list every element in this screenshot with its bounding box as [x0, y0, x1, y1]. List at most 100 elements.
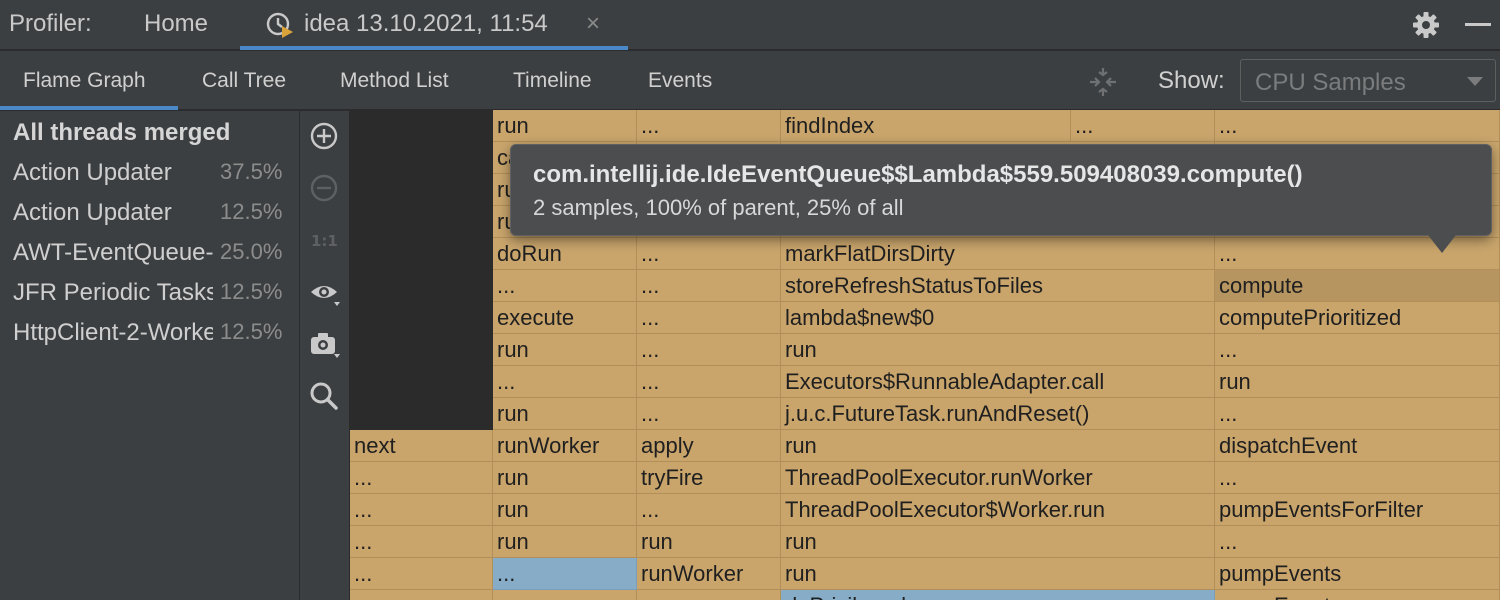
flame-frame[interactable]: run: [781, 334, 1215, 366]
flame-frame[interactable]: ...: [1215, 110, 1500, 142]
thread-item[interactable]: Action Updater 12.5%: [0, 193, 298, 233]
flame-frame[interactable]: doRun: [493, 238, 637, 270]
tab-call-tree[interactable]: Call Tree: [202, 69, 286, 93]
flame-frame[interactable]: run: [493, 462, 637, 494]
frame-tooltip: com.intellij.ide.IdeEventQueue$$Lambda$5…: [510, 144, 1492, 236]
flame-frame[interactable]: ...: [493, 558, 637, 590]
show-icon[interactable]: [308, 276, 340, 308]
flame-frame[interactable]: next: [350, 430, 493, 462]
flame-frame[interactable]: ...: [1215, 526, 1500, 558]
flame-frame[interactable]: ...: [1215, 334, 1500, 366]
flame-frame[interactable]: ...: [637, 494, 781, 526]
thread-name: Action Updater: [13, 159, 172, 186]
tooltip-detail: 2 samples, 100% of parent, 25% of all: [533, 195, 904, 220]
flame-frame[interactable]: findIndex: [781, 110, 1071, 142]
tab-session[interactable]: idea 13.10.2021, 11:54: [304, 10, 548, 38]
tooltip-title: com.intellij.ide.IdeEventQueue$$Lambda$5…: [533, 161, 1303, 188]
profiler-label: Profiler:: [9, 10, 92, 37]
flame-frame[interactable]: runWorker: [637, 558, 781, 590]
flame-frame[interactable]: ...: [350, 558, 493, 590]
flame-frame[interactable]: lambda$new$0: [781, 302, 1215, 334]
thread-item[interactable]: AWT-EventQueue-0 25.0%: [0, 233, 298, 273]
flame-frame[interactable]: computePrioritized: [1215, 302, 1500, 334]
tab-home[interactable]: Home: [144, 10, 208, 38]
flame-frame[interactable]: runWorker: [493, 430, 637, 462]
flame-frame[interactable]: ...: [493, 366, 637, 398]
all-threads-merged[interactable]: All threads merged: [13, 119, 230, 147]
flame-frame[interactable]: pumpEvents: [1215, 590, 1500, 600]
tab-flame-graph[interactable]: Flame Graph: [23, 69, 146, 93]
flame-frame[interactable]: run: [493, 494, 637, 526]
flame-frame[interactable]: run: [493, 398, 637, 430]
zoom-out-icon[interactable]: [308, 172, 340, 204]
flame-frame[interactable]: apply: [637, 430, 781, 462]
flame-frame[interactable]: ...: [637, 398, 781, 430]
thread-item[interactable]: JFR Periodic Tasks 12.5%: [0, 273, 298, 313]
flame-frame[interactable]: ...: [1215, 238, 1500, 270]
flame-frame[interactable]: run: [637, 590, 781, 600]
flame-graph-actions: 1:1: [300, 111, 350, 600]
flame-frame[interactable]: ...: [637, 110, 781, 142]
show-dropdown-value: CPU Samples: [1255, 69, 1406, 96]
minimize-icon[interactable]: [1465, 23, 1491, 26]
tab-timeline[interactable]: Timeline: [513, 69, 592, 93]
flame-frame[interactable]: ...: [350, 494, 493, 526]
flame-frame[interactable]: j.u.c.FutureTask.runAndReset(): [781, 398, 1215, 430]
close-icon[interactable]: ×: [586, 10, 600, 38]
gear-icon[interactable]: [1411, 10, 1441, 40]
flame-frame[interactable]: ThreadPoolExecutor$Worker.run: [781, 494, 1215, 526]
flame-frame[interactable]: run: [1215, 366, 1500, 398]
flame-frame[interactable]: run: [637, 526, 781, 558]
zoom-in-icon[interactable]: [308, 120, 340, 152]
flame-frame[interactable]: ...: [1071, 110, 1215, 142]
flame-frame[interactable]: dispatchEvent: [1215, 430, 1500, 462]
flame-frame[interactable]: ...: [637, 334, 781, 366]
thread-percent: 12.5%: [220, 199, 283, 224]
thread-item[interactable]: Action Updater 37.5%: [0, 153, 298, 193]
flame-frame[interactable]: run: [493, 334, 637, 366]
flame-frame[interactable]: ...: [637, 302, 781, 334]
collapse-icon[interactable]: [1086, 65, 1120, 99]
flame-frame[interactable]: doPrivileged: [781, 590, 1215, 600]
tab-events[interactable]: Events: [648, 69, 712, 93]
flame-frame[interactable]: tryFire: [637, 462, 781, 494]
flame-frame[interactable]: execute: [493, 302, 637, 334]
show-dropdown[interactable]: CPU Samples: [1240, 59, 1496, 102]
flame-frame[interactable]: ...: [1215, 462, 1500, 494]
flame-frame[interactable]: run: [493, 590, 637, 600]
flame-frame[interactable]: ThreadPoolExecutor.runWorker: [781, 462, 1215, 494]
chevron-down-icon: [1467, 77, 1483, 86]
profiler-session-icon: [266, 12, 293, 38]
capture-icon[interactable]: [308, 328, 340, 360]
flame-frame[interactable]: run: [781, 430, 1215, 462]
flame-frame[interactable]: run: [781, 526, 1215, 558]
flame-frame[interactable]: ...: [637, 366, 781, 398]
flame-frame[interactable]: run: [781, 558, 1215, 590]
flame-frame[interactable]: compute: [1215, 270, 1500, 302]
flame-frame[interactable]: storeRefreshStatusToFiles: [781, 270, 1215, 302]
flame-frame[interactable]: ...: [493, 270, 637, 302]
tooltip-pointer: [1428, 235, 1456, 253]
flame-frame[interactable]: pumpEvents: [1215, 558, 1500, 590]
flame-frame[interactable]: Executors$RunnableAdapter.call: [781, 366, 1215, 398]
threads-list: All threads merged Action Updater 37.5% …: [0, 111, 300, 600]
flame-frame[interactable]: run: [493, 110, 637, 142]
flame-frame[interactable]: ...: [637, 270, 781, 302]
flame-frame[interactable]: ...: [637, 238, 781, 270]
thread-name: JFR Periodic Tasks: [13, 279, 213, 306]
flame-frame[interactable]: ...: [350, 462, 493, 494]
search-icon[interactable]: [308, 380, 340, 412]
flame-frame[interactable]: pumpEventsForFilter: [1215, 494, 1500, 526]
active-tab-indicator: [240, 46, 628, 50]
show-label: Show:: [1158, 67, 1225, 94]
flame-frame[interactable]: run: [493, 526, 637, 558]
thread-percent: 12.5%: [220, 279, 283, 304]
flame-frame[interactable]: ...: [1215, 398, 1500, 430]
thread-item[interactable]: HttpClient-2-Worker 12.5%: [0, 313, 298, 353]
flame-frame[interactable]: ...: [350, 526, 493, 558]
thread-percent: 25.0%: [220, 239, 283, 264]
flame-frame[interactable]: markFlatDirsDirty: [781, 238, 1215, 270]
flame-frame[interactable]: run: [350, 590, 493, 600]
actual-size-icon[interactable]: 1:1: [308, 224, 340, 256]
tab-method-list[interactable]: Method List: [340, 69, 449, 93]
